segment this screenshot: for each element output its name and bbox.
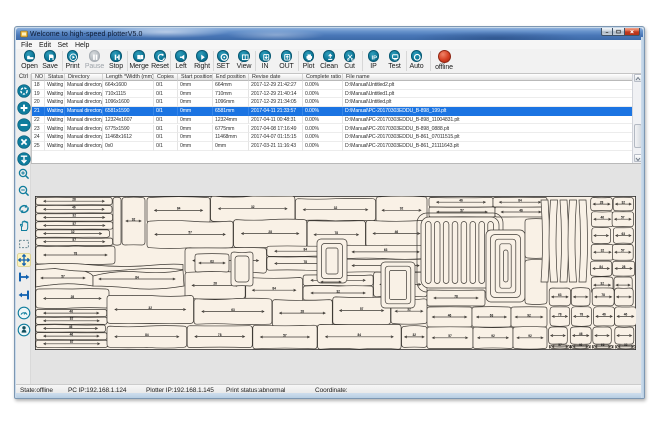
svg-text:28: 28 <box>301 309 305 313</box>
svg-text:28: 28 <box>71 295 75 299</box>
svg-text:84: 84 <box>358 333 362 337</box>
svg-text:78: 78 <box>304 260 308 264</box>
svg-text:32: 32 <box>624 343 628 347</box>
svg-text:57: 57 <box>70 317 74 321</box>
svg-text:84: 84 <box>177 207 181 211</box>
svg-text:32: 32 <box>72 214 76 218</box>
svg-text:92: 92 <box>400 207 404 211</box>
svg-text:84: 84 <box>272 287 276 291</box>
svg-text:46: 46 <box>448 313 452 317</box>
svg-text:IP: IP <box>372 55 378 61</box>
svg-text:63: 63 <box>601 343 605 347</box>
svg-text:57: 57 <box>558 343 562 347</box>
svg-text:92: 92 <box>491 334 495 338</box>
svg-text:57: 57 <box>73 222 77 226</box>
svg-text:84: 84 <box>304 248 308 252</box>
svg-text:63: 63 <box>210 259 214 263</box>
svg-text:84: 84 <box>135 275 139 279</box>
svg-text:46: 46 <box>579 343 583 347</box>
svg-text:63: 63 <box>558 293 562 297</box>
svg-text:78: 78 <box>580 313 584 317</box>
svg-text:32: 32 <box>251 205 255 209</box>
svg-text:57: 57 <box>70 340 74 344</box>
svg-text:32: 32 <box>148 306 152 310</box>
svg-text:32: 32 <box>622 200 626 204</box>
svg-text:63: 63 <box>231 308 235 312</box>
svg-text:63: 63 <box>622 232 626 236</box>
svg-text:46: 46 <box>624 313 628 317</box>
svg-text:28: 28 <box>72 198 76 202</box>
svg-text:57: 57 <box>621 216 625 220</box>
svg-text:78: 78 <box>454 294 458 298</box>
svg-text:46: 46 <box>72 206 76 210</box>
svg-text:46: 46 <box>459 199 463 203</box>
svg-text:78: 78 <box>558 313 562 317</box>
svg-text:28: 28 <box>622 265 626 269</box>
svg-text:57: 57 <box>283 333 287 337</box>
svg-text:32: 32 <box>336 289 340 293</box>
svg-text:92: 92 <box>132 217 136 221</box>
svg-text:63: 63 <box>384 248 388 252</box>
svg-text:28: 28 <box>600 200 604 204</box>
svg-text:84: 84 <box>518 199 522 203</box>
svg-text:57: 57 <box>448 334 452 338</box>
svg-text:78: 78 <box>601 293 605 297</box>
svg-text:78: 78 <box>335 231 339 235</box>
svg-text:84: 84 <box>599 265 603 269</box>
svg-text:78: 78 <box>218 333 222 337</box>
svg-text:46: 46 <box>579 332 583 336</box>
svg-text:46: 46 <box>69 325 73 329</box>
svg-text:46: 46 <box>395 230 399 234</box>
svg-text:57: 57 <box>72 238 76 242</box>
svg-text:46: 46 <box>519 208 523 212</box>
svg-text:28: 28 <box>213 282 217 286</box>
svg-text:92: 92 <box>527 313 531 317</box>
svg-text:32: 32 <box>71 230 75 234</box>
svg-text:57: 57 <box>621 249 625 253</box>
svg-text:28: 28 <box>268 230 272 234</box>
svg-text:32: 32 <box>600 281 604 285</box>
svg-text:63: 63 <box>490 313 494 317</box>
svg-text:32: 32 <box>413 333 417 337</box>
svg-text:57: 57 <box>188 231 192 235</box>
svg-text:92: 92 <box>528 334 532 338</box>
svg-text:46: 46 <box>70 332 74 336</box>
svg-text:78: 78 <box>74 251 78 255</box>
svg-text:57: 57 <box>61 274 65 278</box>
svg-text:32: 32 <box>601 249 605 253</box>
svg-text:57: 57 <box>360 307 364 311</box>
svg-text:46: 46 <box>601 216 605 220</box>
svg-text:46: 46 <box>69 309 73 313</box>
svg-text:46: 46 <box>602 313 606 317</box>
svg-text:84: 84 <box>145 333 149 337</box>
svg-text:57: 57 <box>460 208 464 212</box>
svg-text:32: 32 <box>334 206 338 210</box>
